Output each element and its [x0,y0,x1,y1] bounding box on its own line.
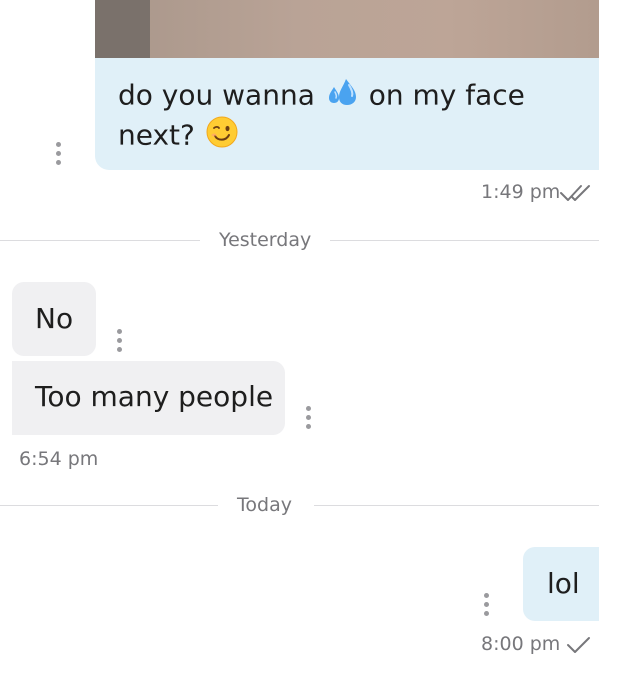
message-text: Too many people [35,380,274,413]
message-options-icon[interactable] [306,406,312,429]
divider [314,505,599,506]
shared-photo[interactable] [95,0,599,58]
message-text: next? [118,118,195,152]
chat-conversation: do you wanna on my face next? 1:49 pm Ye… [0,0,629,680]
sweat-droplets-icon [326,77,358,116]
message-text: lol [547,567,580,600]
message-options-icon[interactable] [117,329,123,352]
divider [330,240,599,241]
date-separator: Today [0,493,599,517]
message-text: do you wanna [118,78,315,112]
double-check-icon [560,185,590,201]
incoming-message-bubble[interactable]: No [12,282,96,356]
date-separator: Yesterday [0,228,599,252]
message-timestamp: 6:54 pm [19,448,99,470]
incoming-message-bubble[interactable]: Too many people [12,361,285,435]
message-text: No [35,302,74,335]
message-options-icon[interactable] [56,142,62,165]
outgoing-message-bubble[interactable]: do you wanna on my face next? [95,58,599,170]
divider [0,505,218,506]
message-text: on my face [368,78,525,112]
message-line-2: next? [118,116,575,157]
message-timestamp: 8:00 pm [481,633,561,655]
message-options-icon[interactable] [484,593,490,616]
divider [0,240,200,241]
message-line-1: do you wanna on my face [118,77,575,116]
winking-face-icon [206,116,238,157]
message-timestamp: 1:49 pm [481,181,561,203]
date-label: Today [237,494,292,516]
shared-photo-shadow [95,0,150,58]
outgoing-message-bubble[interactable]: lol [523,547,599,621]
date-label: Yesterday [219,229,312,251]
check-icon [567,637,590,653]
